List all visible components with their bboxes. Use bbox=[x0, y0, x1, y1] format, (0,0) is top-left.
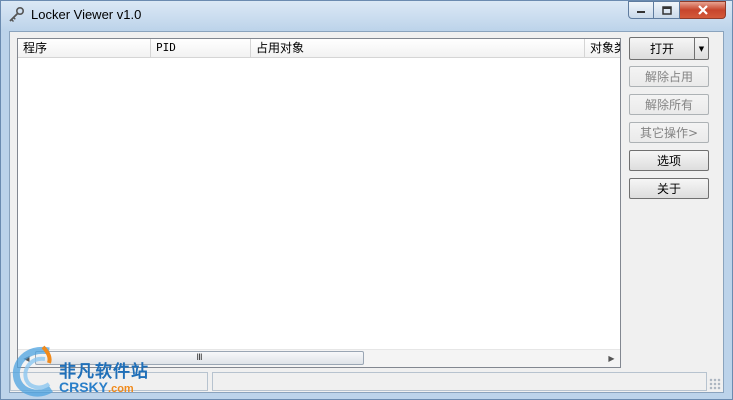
open-split-button: 打开 ▼ bbox=[629, 37, 709, 60]
column-header-object-type[interactable]: 对象类型 bbox=[585, 39, 620, 57]
maximize-icon bbox=[661, 5, 672, 15]
minimize-icon bbox=[637, 11, 645, 13]
maximize-button[interactable] bbox=[654, 1, 680, 19]
unlock-button[interactable]: 解除占用 bbox=[629, 66, 709, 87]
scroll-grip: Ⅲ bbox=[196, 353, 203, 363]
scroll-right-button[interactable]: ▶ bbox=[603, 350, 620, 367]
key-icon bbox=[9, 7, 24, 22]
open-dropdown-button[interactable]: ▼ bbox=[694, 37, 709, 60]
column-header-pid[interactable]: PID bbox=[151, 39, 251, 57]
about-button[interactable]: 关于 bbox=[629, 178, 709, 199]
locker-list[interactable]: 程序 PID 占用对象 对象类型 ◀ Ⅲ ▶ bbox=[17, 38, 621, 368]
list-body bbox=[18, 58, 620, 350]
dropdown-arrow-icon: ▼ bbox=[698, 44, 705, 53]
watermark-swirl-icon bbox=[12, 345, 53, 397]
other-operations-button[interactable]: 其它操作> bbox=[629, 122, 709, 143]
options-button[interactable]: 选项 bbox=[629, 150, 709, 171]
watermark-en-main: CRSKY bbox=[59, 379, 109, 395]
window-title: Locker Viewer v1.0 bbox=[31, 7, 142, 22]
app-window: Locker Viewer v1.0 程序 PID 占用对象 对象类型 ◀ bbox=[0, 0, 733, 400]
arrow-right-icon: ▶ bbox=[608, 354, 615, 363]
close-icon bbox=[697, 5, 708, 15]
watermark-en-suffix: .com bbox=[108, 383, 134, 395]
unlock-all-button[interactable]: 解除所有 bbox=[629, 94, 709, 115]
list-header: 程序 PID 占用对象 对象类型 bbox=[18, 39, 620, 58]
title-bar[interactable]: Locker Viewer v1.0 bbox=[1, 1, 732, 29]
watermark-logo: 非凡软件站 CRSKY.com bbox=[9, 341, 169, 399]
client-area: 程序 PID 占用对象 对象类型 ◀ Ⅲ ▶ 打开 ▼ 解除占用 解除所有 其它… bbox=[9, 31, 724, 393]
status-panel-2 bbox=[212, 372, 707, 391]
column-header-locked-object[interactable]: 占用对象 bbox=[251, 39, 585, 57]
column-header-program[interactable]: 程序 bbox=[18, 39, 151, 57]
caption-buttons bbox=[628, 1, 726, 21]
minimize-button[interactable] bbox=[628, 1, 654, 19]
open-button[interactable]: 打开 bbox=[629, 37, 695, 60]
close-button[interactable] bbox=[680, 1, 726, 19]
resize-grip[interactable] bbox=[709, 378, 721, 390]
watermark-en-text: CRSKY.com bbox=[59, 379, 134, 395]
